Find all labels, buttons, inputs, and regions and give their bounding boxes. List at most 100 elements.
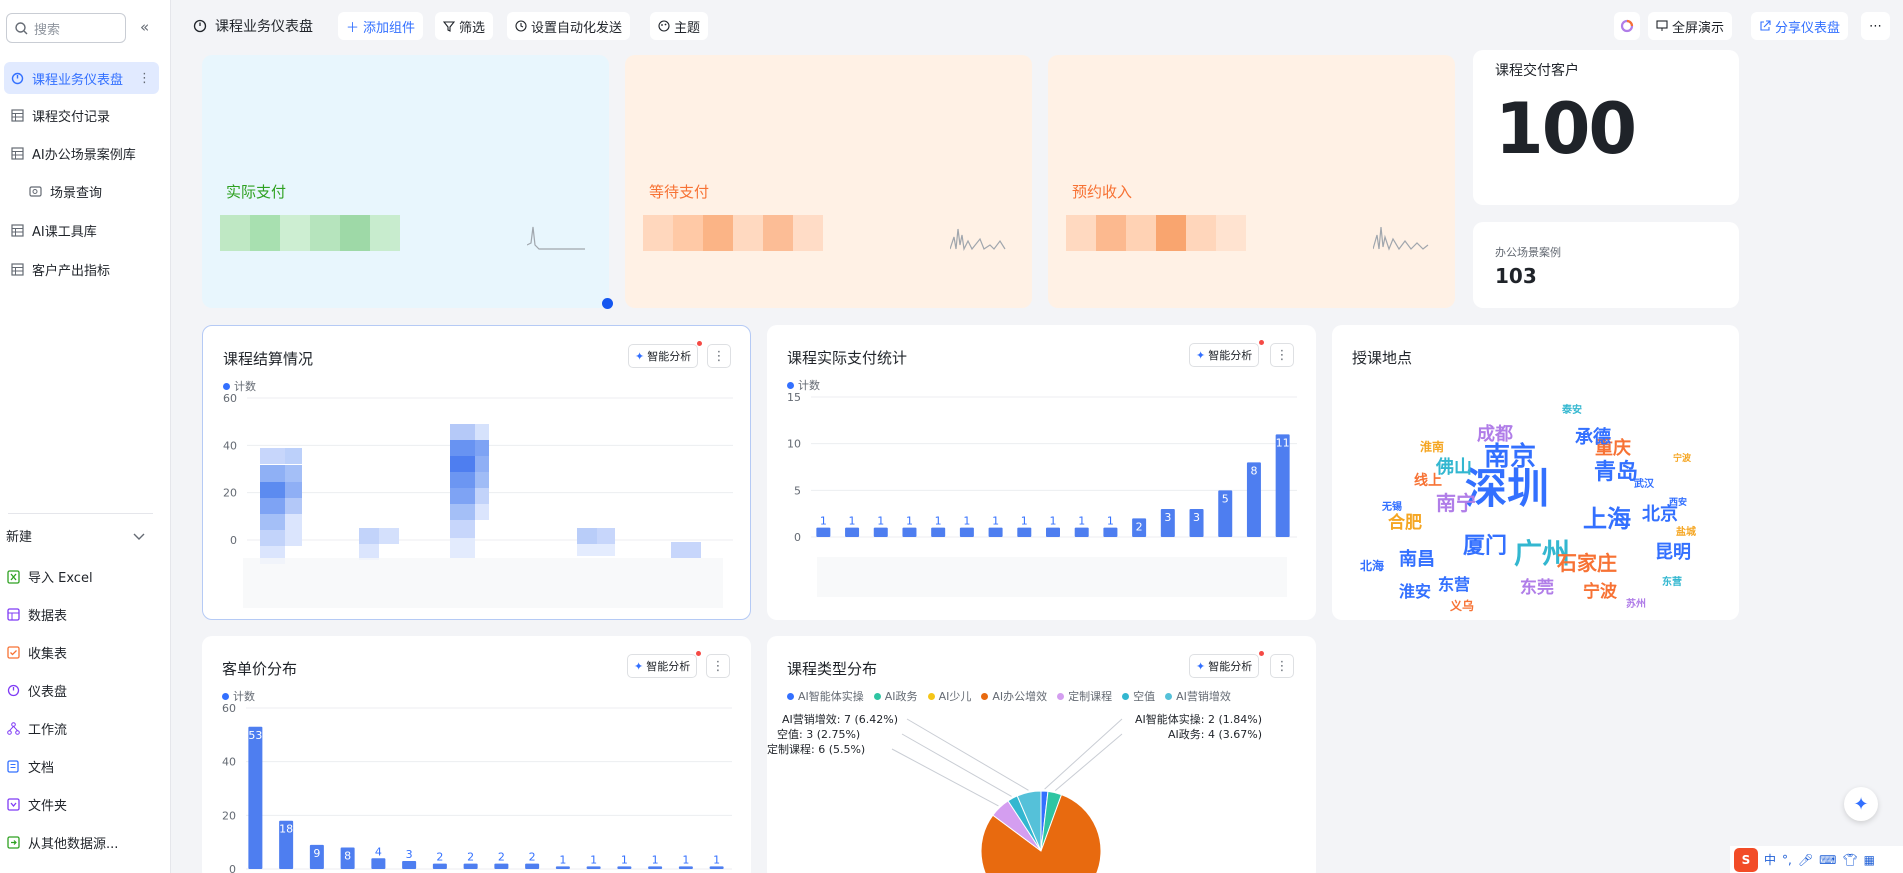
bar-segment[interactable] [475, 472, 489, 488]
resize-handle[interactable] [602, 298, 613, 309]
chart-card-actual-pay[interactable]: 课程实际支付统计 ✦ 智能分析 ⋮ 计数 15 10 5 0 1 1 1 1 1 1 1 1 1 1 1 2 3 3… [767, 325, 1316, 620]
ai-analysis-button[interactable]: ✦ 智能分析 [1189, 654, 1260, 678]
bar-segment[interactable] [475, 504, 489, 520]
ai-analysis-button[interactable]: ✦ 智能分析 [627, 654, 698, 678]
wordcloud-word[interactable]: 青岛 [1594, 459, 1638, 485]
wordcloud-word[interactable]: 东莞 [1520, 577, 1554, 598]
wordcloud-word[interactable]: 西安 [1669, 496, 1687, 508]
bar[interactable] [371, 858, 386, 869]
bar-segment[interactable] [285, 482, 302, 498]
filter-button[interactable]: 筛选 [435, 12, 494, 40]
wordcloud-word[interactable]: 苏州 [1626, 597, 1646, 610]
ai-analysis-button[interactable]: ✦ 智能分析 [628, 344, 699, 368]
bar-segment[interactable] [285, 465, 302, 482]
chart-more-button[interactable]: ⋮ [1270, 343, 1294, 367]
bar[interactable] [402, 860, 417, 869]
bar-segment[interactable] [450, 424, 475, 440]
bar[interactable] [648, 866, 663, 869]
bar-segment[interactable] [260, 530, 285, 546]
wordcloud-word[interactable]: 泰安 [1561, 403, 1582, 416]
bar[interactable] [248, 726, 263, 869]
wordcloud-word[interactable]: 宁波 [1583, 581, 1618, 602]
ime-toolbar[interactable]: S 中 °, 🎤︎ ⌨ 👕︎ ▦ [1730, 846, 1903, 873]
sidebar-item-scene-query[interactable]: 场景查询 [22, 175, 159, 207]
chart-more-button[interactable]: ⋮ [706, 654, 730, 678]
stat-card-cases[interactable]: 办公场景案例 103 [1473, 222, 1739, 308]
bar-segment[interactable] [379, 528, 399, 544]
bar-segment[interactable] [285, 514, 302, 546]
wordcloud-word[interactable]: 南京 [1484, 441, 1536, 472]
bar[interactable] [816, 527, 831, 537]
wordcloud-word[interactable]: 北海 [1360, 558, 1384, 573]
bar-segment[interactable] [597, 528, 615, 544]
bar-segment[interactable] [260, 498, 285, 514]
chart-more-button[interactable]: ⋮ [1270, 654, 1294, 678]
sidebar-item-ai-case-library[interactable]: AI办公场景案例库 [4, 137, 159, 169]
theme-button[interactable]: 主题 [650, 12, 709, 40]
bar[interactable] [709, 866, 724, 869]
bar-segment[interactable] [260, 482, 285, 498]
stat-card-customers[interactable]: 课程交付客户 100 [1473, 50, 1739, 205]
bar[interactable] [873, 527, 888, 537]
new-import-other[interactable]: 从其他数据源... [6, 833, 118, 852]
bar[interactable] [525, 863, 540, 869]
bar-segment[interactable] [450, 504, 475, 520]
bar[interactable] [902, 527, 917, 537]
sidebar-item-customer-metrics[interactable]: 客户产出指标 [4, 253, 159, 285]
ai-analysis-button[interactable]: ✦ 智能分析 [1189, 343, 1260, 367]
bar[interactable] [586, 866, 601, 869]
wordcloud-word[interactable]: 昆明 [1655, 542, 1691, 563]
chart-card-locations[interactable]: 授课地点 深圳 广州 南京 上海 厦门 青岛 南宁 成都 佛山 重庆 承德 北京 昆明 石家庄 南昌 合肥 东莞… [1332, 325, 1739, 620]
stat-card-actual-pay[interactable]: 实际支付 [202, 55, 609, 308]
stat-card-expected-income[interactable]: 预约收入 [1048, 55, 1455, 308]
new-section-header[interactable]: 新建 [6, 526, 146, 545]
wordcloud-word[interactable]: 武汉 [1634, 477, 1655, 490]
new-dashboard[interactable]: 仪表盘 [6, 681, 67, 700]
more-button[interactable]: ⋯ [1861, 12, 1890, 40]
wordcloud-word[interactable]: 东营 [1662, 575, 1682, 588]
wordcloud-word[interactable]: 线上 [1414, 472, 1442, 489]
bar-segment[interactable] [260, 465, 285, 482]
bar-segment[interactable] [671, 542, 701, 558]
bar[interactable] [988, 527, 1003, 537]
share-button[interactable]: 分享仪表盘 [1751, 12, 1849, 40]
new-workflow[interactable]: 工作流 [6, 719, 67, 738]
chart-card-course-types[interactable]: 课程类型分布 ✦ 智能分析 ⋮ AI智能体实操 AI政务 AI少儿 AI办公增效 定制课程… [767, 636, 1316, 873]
sidebar-item-delivery-records[interactable]: 课程交付记录 [4, 99, 159, 131]
wordcloud-word[interactable]: 承德 [1575, 426, 1611, 448]
bar-segment[interactable] [475, 488, 489, 504]
bar[interactable] [617, 866, 632, 869]
wordcloud-word[interactable]: 淮安 [1399, 582, 1431, 601]
sidebar-item-course-dashboard[interactable]: 课程业务仪表盘 ⋮ [4, 62, 159, 94]
bar-segment[interactable] [285, 498, 302, 514]
bar-segment[interactable] [450, 456, 475, 472]
bar[interactable] [845, 527, 860, 537]
bar-segment[interactable] [359, 544, 379, 560]
bar-segment[interactable] [450, 488, 475, 504]
bar-segment[interactable] [450, 440, 475, 456]
bar[interactable] [494, 863, 509, 869]
bar[interactable] [1074, 527, 1089, 537]
bar-segment[interactable] [260, 448, 285, 464]
wordcloud-word[interactable]: 无锡 [1381, 500, 1402, 513]
collapse-sidebar-icon[interactable]: « [140, 18, 149, 36]
more-icon[interactable]: ⋮ [138, 71, 151, 86]
chart-more-button[interactable]: ⋮ [707, 344, 731, 368]
bar-segment[interactable] [260, 514, 285, 530]
new-datatable[interactable]: 数据表 [6, 605, 67, 624]
wordcloud-word[interactable]: 东营 [1438, 575, 1470, 594]
bar-segment[interactable] [577, 544, 615, 556]
bar[interactable] [931, 527, 946, 537]
wordcloud-word[interactable]: 南宁 [1436, 491, 1476, 515]
bar[interactable] [1046, 527, 1060, 537]
bar-segment[interactable] [450, 472, 475, 488]
bar[interactable] [555, 866, 570, 869]
automation-button[interactable]: 设置自动化发送 [507, 12, 631, 40]
bar-segment[interactable] [475, 456, 489, 472]
stat-card-pending-pay[interactable]: 等待支付 [625, 55, 1032, 308]
wordcloud-word[interactable]: 厦门 [1463, 533, 1507, 559]
sidebar-item-ai-tools[interactable]: AI课工具库 [4, 214, 159, 246]
new-doc[interactable]: 文档 [6, 757, 54, 776]
add-widget-button[interactable]: ＋添加组件 [338, 12, 424, 40]
bar[interactable] [959, 527, 974, 537]
